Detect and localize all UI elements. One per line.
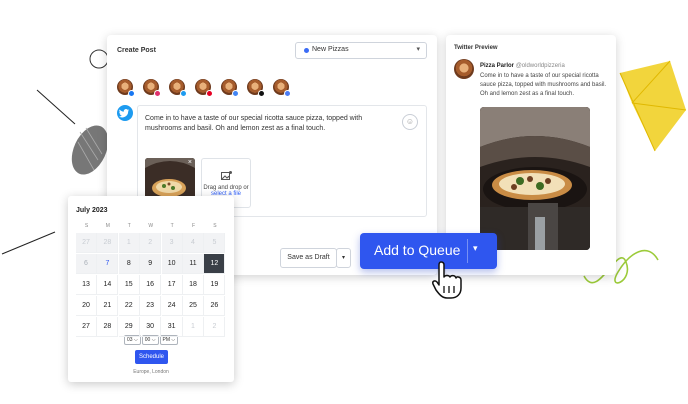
calendar-day[interactable]: 28 [97, 317, 119, 337]
image-add-icon [202, 171, 250, 182]
calendar-day[interactable]: 23 [140, 296, 162, 316]
post-text[interactable]: Come in to have a taste of our special r… [145, 114, 385, 134]
weekday-label: W [148, 223, 154, 229]
calendar-day[interactable]: 15 [118, 275, 140, 295]
channel-avatar-facebook[interactable] [117, 79, 135, 97]
decor-line-left [1, 231, 56, 255]
channel-avatar-instagram[interactable] [143, 79, 161, 97]
calendar-day[interactable]: 6 [76, 254, 97, 274]
preview-image [480, 107, 590, 250]
weekday-label: F [191, 223, 196, 229]
weekday-label: S [84, 223, 89, 229]
calendar-day[interactable]: 11 [183, 254, 204, 274]
draft-options-caret[interactable]: ▾ [336, 248, 351, 268]
calendar-day[interactable]: 13 [76, 275, 97, 295]
group-select[interactable]: New Pizzas ▾ [295, 42, 427, 59]
calendar-month: July 2023 [76, 207, 108, 214]
twitter-icon [117, 105, 133, 121]
timezone-label: Europe, London [133, 369, 169, 375]
group-select-value: New Pizzas [312, 46, 349, 53]
account-name: Pizza Parlor [480, 63, 515, 69]
calendar-day: 27 [76, 233, 97, 253]
preview-account: Pizza Parlor @oldworldpizzeria [480, 63, 565, 69]
avatar [454, 59, 474, 79]
decor-yellow-kite [619, 60, 687, 152]
weekday-label: M [105, 223, 110, 229]
weekday-label: T [127, 223, 131, 229]
calendar-day: 1 [183, 317, 204, 337]
add-to-queue-button[interactable]: Add to Queue ▾ [360, 233, 497, 269]
group-color-dot [304, 48, 309, 53]
calendar-day[interactable]: 27 [76, 317, 97, 337]
twitter-icon [180, 90, 187, 97]
calendar-day[interactable]: 10 [161, 254, 183, 274]
facebook-icon [128, 90, 135, 97]
calendar-day[interactable]: 14 [97, 275, 119, 295]
calendar-day[interactable]: 8 [118, 254, 140, 274]
decor-line-top [36, 89, 76, 125]
calendar-day: 4 [183, 233, 204, 253]
calendar-day[interactable]: 20 [76, 296, 97, 316]
selected-day[interactable]: 12 [204, 254, 226, 274]
calendar-day[interactable]: 19 [204, 275, 226, 295]
preview-text: Come in to have a taste of our special r… [480, 73, 607, 97]
calendar-day[interactable]: 31 [161, 317, 183, 337]
calendar-day[interactable]: 29 [118, 317, 140, 337]
channel-avatar-google-business[interactable] [221, 79, 239, 97]
calendar-day[interactable]: 25 [183, 296, 204, 316]
instagram-icon [154, 90, 161, 97]
calendar-day[interactable]: 22 [118, 296, 140, 316]
calendar-day[interactable]: 30 [140, 317, 162, 337]
calendar-day[interactable]: 9 [140, 254, 162, 274]
schedule-calendar: July 2023 03 ⌵ 00 ⌵ PM ⌵ Schedule Europe, … [68, 196, 234, 382]
preview-title: Twitter Preview [454, 45, 498, 51]
card-title: Create Post [117, 47, 156, 54]
calendar-day[interactable]: 21 [97, 296, 119, 316]
calendar-day[interactable]: 16 [140, 275, 162, 295]
calendar-day: 5 [204, 233, 226, 253]
calendar-day[interactable]: 7 [97, 254, 119, 274]
remove-image-icon[interactable]: × [188, 159, 192, 166]
save-draft-button[interactable]: Save as Draft [280, 248, 337, 268]
tiktok-icon [258, 90, 265, 97]
calendar-day: 2 [204, 317, 226, 337]
channel-avatar-pinterest[interactable] [195, 79, 213, 97]
weekday-label: T [170, 223, 174, 229]
google-business-icon [232, 90, 239, 97]
weekday-label: S [213, 223, 217, 229]
calendar-day[interactable]: 24 [161, 296, 183, 316]
channel-avatar-twitter[interactable] [169, 79, 187, 97]
channel-avatar-tiktok[interactable] [247, 79, 265, 97]
calendar-day[interactable]: 26 [204, 296, 226, 316]
calendar-day: 3 [161, 233, 183, 253]
calendar-day: 1 [118, 233, 140, 253]
add-to-queue-label: Add to Queue [374, 242, 461, 258]
channel-avatar-facebook-group[interactable] [273, 79, 291, 97]
calendar-day: 2 [140, 233, 162, 253]
button-divider [467, 239, 468, 263]
calendar-day[interactable]: 17 [161, 275, 183, 295]
facebook-group-icon [284, 90, 291, 97]
chevron-down-icon: ▾ [416, 46, 420, 53]
schedule-button[interactable]: Schedule [135, 350, 168, 364]
calendar-day[interactable]: 18 [183, 275, 204, 295]
emoji-icon[interactable]: ☺ [402, 114, 418, 130]
calendar-day: 28 [97, 233, 119, 253]
pinterest-icon [206, 90, 213, 97]
chevron-down-icon[interactable]: ▾ [473, 243, 478, 254]
account-handle: @oldworldpizzeria [515, 63, 565, 69]
